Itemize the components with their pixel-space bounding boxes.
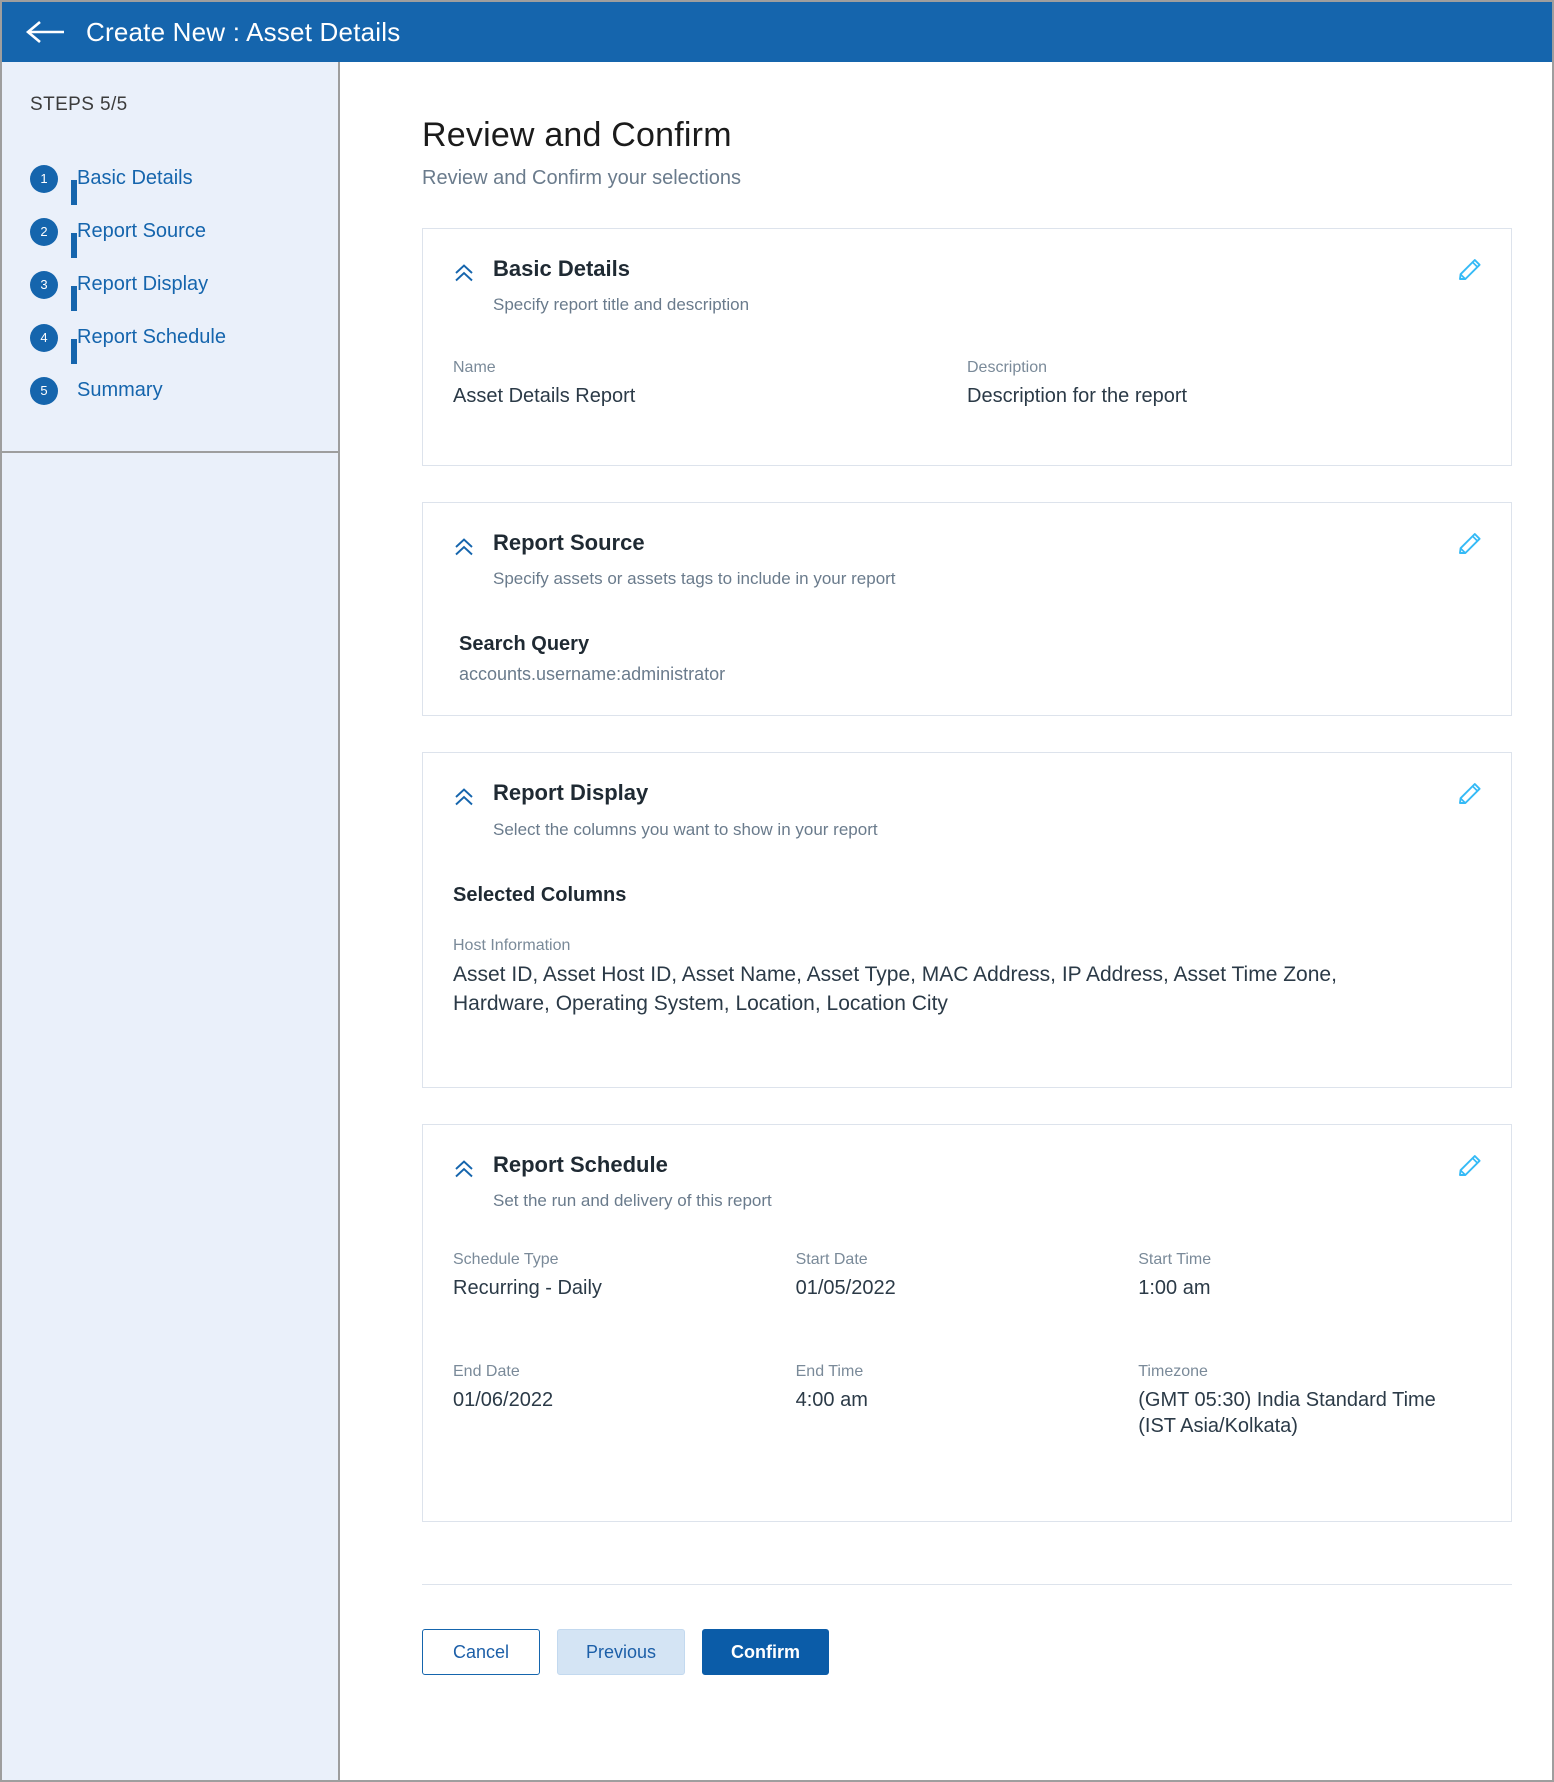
card-report-display: Report Display Select the columns you wa… bbox=[422, 752, 1512, 1088]
field-end-time: End Time 4:00 am bbox=[796, 1363, 1139, 1439]
field-description: Description Description for the report bbox=[967, 359, 1481, 409]
footer-actions: Cancel Previous Confirm bbox=[422, 1585, 1512, 1715]
field-label: Description bbox=[967, 359, 1481, 377]
step-connector bbox=[71, 286, 77, 311]
content-heading: Review and Confirm bbox=[422, 116, 1512, 155]
content-subheading: Review and Confirm your selections bbox=[422, 167, 1512, 190]
card-title: Report Source bbox=[493, 531, 896, 555]
selected-columns-label: Selected Columns bbox=[453, 884, 1481, 907]
search-query-value: accounts.username:administrator bbox=[459, 664, 1481, 685]
field-label: Start Date bbox=[796, 1251, 1123, 1269]
field-value: Asset Details Report bbox=[453, 383, 967, 409]
card-header: Report Display Select the columns you wa… bbox=[453, 781, 1481, 839]
field-start-date: Start Date 01/05/2022 bbox=[796, 1251, 1139, 1301]
field-end-date: End Date 01/06/2022 bbox=[453, 1363, 796, 1439]
field-label: End Date bbox=[453, 1363, 780, 1381]
field-value: 01/05/2022 bbox=[796, 1275, 1123, 1301]
step-connector bbox=[71, 339, 77, 364]
field-timezone: Timezone (GMT 05:30) India Standard Time… bbox=[1138, 1363, 1481, 1439]
sidebar-item-report-source[interactable]: 2 Report Source bbox=[30, 205, 338, 258]
sidebar-item-basic-details[interactable]: 1 Basic Details bbox=[30, 152, 338, 205]
chevron-double-up-icon[interactable] bbox=[453, 262, 475, 284]
field-value: Description for the report bbox=[967, 383, 1481, 409]
steps-panel: STEPS 5/5 1 Basic Details 2 Report Sourc… bbox=[2, 62, 338, 453]
confirm-button[interactable]: Confirm bbox=[702, 1629, 829, 1675]
field-value: Recurring - Daily bbox=[453, 1275, 780, 1301]
pencil-edit-icon[interactable] bbox=[1455, 1151, 1485, 1181]
step-number-badge: 3 bbox=[30, 271, 58, 299]
card-report-source: Report Source Specify assets or assets t… bbox=[422, 502, 1512, 716]
step-label: Report Display bbox=[77, 273, 208, 296]
step-number-badge: 2 bbox=[30, 218, 58, 246]
card-header: Report Source Specify assets or assets t… bbox=[453, 531, 1481, 589]
step-label: Report Source bbox=[77, 220, 206, 243]
field-schedule-type: Schedule Type Recurring - Daily bbox=[453, 1251, 796, 1301]
chevron-double-up-icon[interactable] bbox=[453, 536, 475, 558]
stepper: 1 Basic Details 2 Report Source 3 Report… bbox=[2, 152, 338, 417]
steps-count-label: STEPS 5/5 bbox=[2, 94, 338, 116]
card-subtitle: Set the run and delivery of this report bbox=[493, 1191, 772, 1211]
card-header: Basic Details Specify report title and d… bbox=[453, 257, 1481, 315]
field-label: Name bbox=[453, 359, 967, 377]
card-subtitle: Specify report title and description bbox=[493, 295, 749, 315]
window-header: Create New : Asset Details bbox=[2, 2, 1552, 62]
column-group-value: Asset ID, Asset Host ID, Asset Name, Ass… bbox=[453, 960, 1388, 1020]
search-query-label: Search Query bbox=[459, 633, 1481, 656]
main-content: Review and Confirm Review and Confirm yo… bbox=[340, 62, 1552, 1780]
basic-details-fields: Name Asset Details Report Description De… bbox=[453, 359, 1481, 409]
card-basic-details: Basic Details Specify report title and d… bbox=[422, 228, 1512, 466]
field-value: 4:00 am bbox=[796, 1387, 1123, 1413]
pencil-edit-icon[interactable] bbox=[1455, 255, 1485, 285]
sidebar-item-report-display[interactable]: 3 Report Display bbox=[30, 258, 338, 311]
field-value: (GMT 05:30) India Standard Time (IST Asi… bbox=[1138, 1387, 1465, 1439]
field-label: Timezone bbox=[1138, 1363, 1465, 1381]
body-wrapper: STEPS 5/5 1 Basic Details 2 Report Sourc… bbox=[2, 62, 1552, 1780]
sidebar-item-summary[interactable]: 5 Summary bbox=[30, 364, 338, 417]
card-title: Basic Details bbox=[493, 257, 749, 281]
field-name: Name Asset Details Report bbox=[453, 359, 967, 409]
field-value: 01/06/2022 bbox=[453, 1387, 780, 1413]
schedule-fields-row-1: Schedule Type Recurring - Daily Start Da… bbox=[453, 1251, 1481, 1301]
step-number-badge: 5 bbox=[30, 377, 58, 405]
step-label: Basic Details bbox=[77, 167, 193, 190]
step-label: Summary bbox=[77, 379, 163, 402]
app-window: Create New : Asset Details STEPS 5/5 1 B… bbox=[0, 0, 1554, 1782]
step-connector bbox=[71, 233, 77, 258]
card-title: Report Schedule bbox=[493, 1153, 772, 1177]
cancel-button[interactable]: Cancel bbox=[422, 1629, 540, 1675]
pencil-edit-icon[interactable] bbox=[1455, 529, 1485, 559]
field-label: Schedule Type bbox=[453, 1251, 780, 1269]
card-subtitle: Select the columns you want to show in y… bbox=[493, 820, 878, 840]
field-value: 1:00 am bbox=[1138, 1275, 1465, 1301]
schedule-fields-row-2: End Date 01/06/2022 End Time 4:00 am Tim… bbox=[453, 1363, 1481, 1439]
pencil-edit-icon[interactable] bbox=[1455, 779, 1485, 809]
sidebar-item-report-schedule[interactable]: 4 Report Schedule bbox=[30, 311, 338, 364]
chevron-double-up-icon[interactable] bbox=[453, 786, 475, 808]
sidebar: STEPS 5/5 1 Basic Details 2 Report Sourc… bbox=[2, 62, 340, 1780]
chevron-double-up-icon[interactable] bbox=[453, 1158, 475, 1180]
step-label: Report Schedule bbox=[77, 326, 226, 349]
previous-button[interactable]: Previous bbox=[557, 1629, 685, 1675]
page-title: Create New : Asset Details bbox=[86, 17, 400, 48]
field-start-time: Start Time 1:00 am bbox=[1138, 1251, 1481, 1301]
step-number-badge: 4 bbox=[30, 324, 58, 352]
step-connector bbox=[71, 180, 77, 205]
card-subtitle: Specify assets or assets tags to include… bbox=[493, 569, 896, 589]
card-header: Report Schedule Set the run and delivery… bbox=[453, 1153, 1481, 1211]
step-number-badge: 1 bbox=[30, 165, 58, 193]
column-group-label: Host Information bbox=[453, 937, 1481, 955]
field-label: End Time bbox=[796, 1363, 1123, 1381]
field-label: Start Time bbox=[1138, 1251, 1465, 1269]
card-title: Report Display bbox=[493, 781, 878, 805]
card-report-schedule: Report Schedule Set the run and delivery… bbox=[422, 1124, 1512, 1522]
back-arrow-icon[interactable] bbox=[24, 17, 68, 47]
